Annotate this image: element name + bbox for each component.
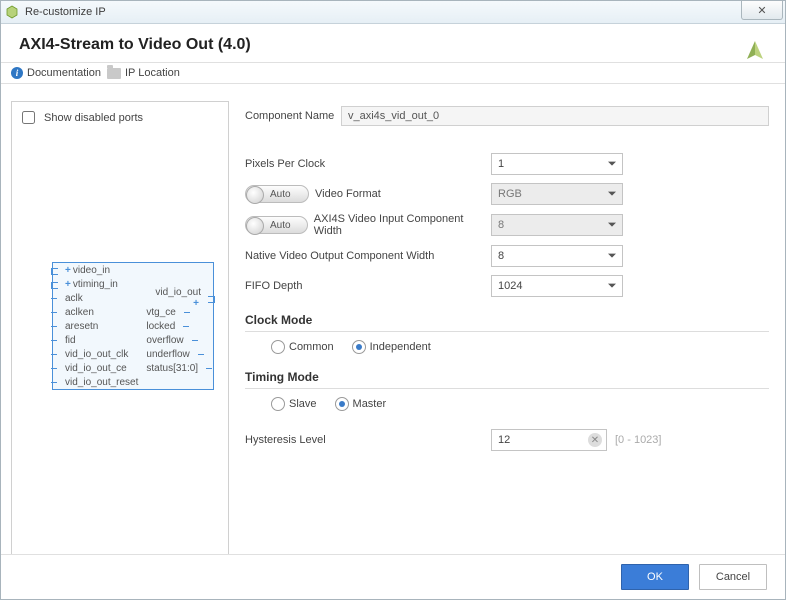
documentation-link[interactable]: i Documentation bbox=[11, 67, 101, 79]
close-icon: ✕ bbox=[757, 4, 766, 17]
ip-location-link[interactable]: IP Location bbox=[107, 67, 180, 79]
app-icon bbox=[5, 5, 19, 19]
port-in: fid bbox=[57, 335, 76, 346]
vendor-logo bbox=[743, 39, 767, 63]
port-in: vid_io_out_ce bbox=[57, 363, 127, 374]
preview-panel: Show disabled ports +video_in +vtiming_i… bbox=[11, 101, 229, 555]
info-icon: i bbox=[11, 67, 23, 79]
port-out: underflow bbox=[146, 349, 197, 360]
video-format-auto-toggle[interactable]: Auto bbox=[245, 185, 309, 203]
port-in: vid_io_out_clk bbox=[57, 349, 128, 360]
port-out: overflow bbox=[146, 335, 191, 346]
toolbar: i Documentation IP Location bbox=[1, 62, 785, 84]
port-in: +vtiming_in bbox=[57, 279, 118, 290]
axi4s-width-select[interactable]: 8 bbox=[491, 214, 623, 236]
clock-mode-independent-radio[interactable]: Independent bbox=[352, 340, 431, 354]
divider bbox=[245, 331, 769, 332]
fifo-depth-label: FIFO Depth bbox=[245, 280, 491, 292]
port-in: vid_io_out_reset bbox=[57, 377, 138, 388]
clock-mode-radios: Common Independent bbox=[245, 340, 769, 354]
window-close-button[interactable]: ✕ bbox=[741, 1, 783, 20]
video-format-label: Video Format bbox=[315, 188, 381, 200]
port-in: aclken bbox=[57, 307, 94, 318]
divider bbox=[245, 388, 769, 389]
show-disabled-ports-input[interactable] bbox=[22, 111, 35, 124]
dialog-window: Re-customize IP ✕ AXI4-Stream to Video O… bbox=[0, 0, 786, 600]
footer: OK Cancel bbox=[1, 554, 785, 599]
timing-mode-radios: Slave Master bbox=[245, 397, 769, 411]
port-out: status[31:0] bbox=[146, 363, 206, 374]
fifo-depth-select[interactable]: 1024 bbox=[491, 275, 623, 297]
component-name-label: Component Name bbox=[245, 110, 341, 122]
window-title: Re-customize IP bbox=[25, 6, 106, 18]
show-disabled-ports-checkbox[interactable]: Show disabled ports bbox=[18, 108, 222, 127]
ok-button[interactable]: OK bbox=[621, 564, 689, 590]
port-in: +video_in bbox=[57, 265, 110, 276]
native-width-select[interactable]: 8 bbox=[491, 245, 623, 267]
clock-mode-title: Clock Mode bbox=[245, 313, 769, 327]
component-name-row: Component Name bbox=[245, 105, 769, 127]
header: AXI4-Stream to Video Out (4.0) bbox=[1, 24, 785, 62]
video-format-select[interactable]: RGB bbox=[491, 183, 623, 205]
port-in: aclk bbox=[57, 293, 83, 304]
clock-mode-common-radio[interactable]: Common bbox=[271, 340, 334, 354]
content-area: Show disabled ports +video_in +vtiming_i… bbox=[11, 101, 775, 555]
show-disabled-ports-label: Show disabled ports bbox=[44, 112, 143, 124]
pixels-per-clock-select[interactable]: 1 bbox=[491, 153, 623, 175]
axi4s-width-label: AXI4S Video Input Component Width bbox=[314, 213, 491, 237]
timing-mode-slave-radio[interactable]: Slave bbox=[271, 397, 317, 411]
axi4s-width-auto-toggle[interactable]: Auto bbox=[245, 216, 308, 234]
toggle-knob bbox=[246, 186, 264, 204]
page-title: AXI4-Stream to Video Out (4.0) bbox=[19, 36, 767, 54]
port-in: aresetn bbox=[57, 321, 98, 332]
folder-icon bbox=[107, 68, 121, 79]
titlebar: Re-customize IP ✕ bbox=[1, 1, 785, 24]
documentation-label: Documentation bbox=[27, 67, 101, 79]
hysteresis-label: Hysteresis Level bbox=[245, 434, 491, 446]
cancel-button[interactable]: Cancel bbox=[699, 564, 767, 590]
timing-mode-master-radio[interactable]: Master bbox=[335, 397, 387, 411]
port-out: locked bbox=[146, 321, 183, 332]
ip-location-label: IP Location bbox=[125, 67, 180, 79]
config-panel: Component Name Pixels Per Clock 1 Auto V… bbox=[239, 101, 775, 555]
hysteresis-hint: [0 - 1023] bbox=[615, 434, 661, 446]
clear-icon[interactable]: ✕ bbox=[588, 433, 602, 447]
hysteresis-input[interactable]: 12 ✕ bbox=[491, 429, 607, 451]
timing-mode-title: Timing Mode bbox=[245, 370, 769, 384]
pixels-per-clock-label: Pixels Per Clock bbox=[245, 158, 491, 170]
component-name-input[interactable] bbox=[341, 106, 769, 126]
native-width-label: Native Video Output Component Width bbox=[245, 250, 491, 262]
port-out: vtg_ce bbox=[146, 307, 183, 318]
toggle-knob bbox=[246, 217, 264, 235]
ip-block-diagram: +video_in +vtiming_in aclk aclken areset… bbox=[52, 262, 214, 390]
